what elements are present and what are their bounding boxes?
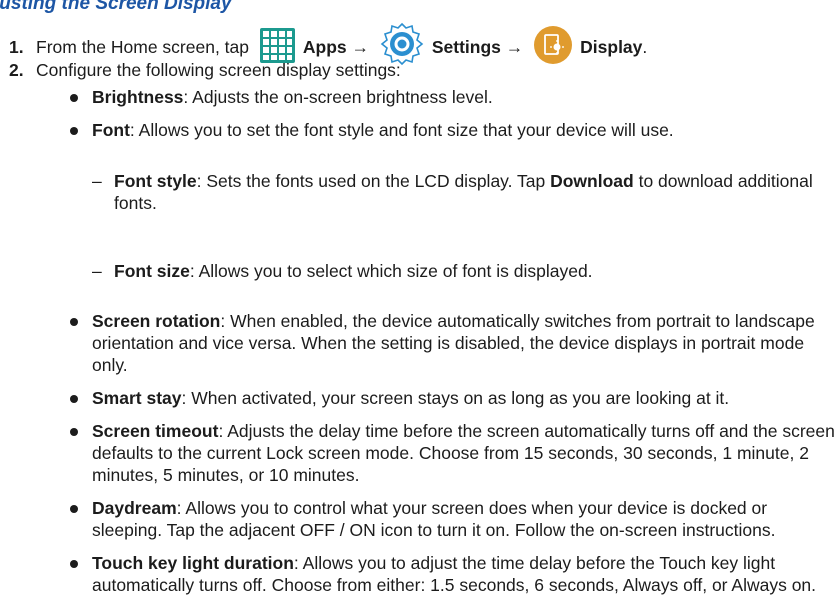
step-1-text: From the Home screen, tap bbox=[36, 37, 254, 57]
apps-label: Apps bbox=[302, 37, 347, 57]
display-label: Display bbox=[580, 37, 643, 57]
list-item-smart-stay: Smart stay: When activated, your screen … bbox=[66, 387, 836, 409]
step-1-end: . bbox=[642, 37, 648, 57]
list-item-touch-key-light: Touch key light duration: Allows you to … bbox=[66, 552, 836, 596]
step-number: 1. bbox=[9, 37, 24, 57]
list-item-font: Font: Allows you to set the font style a… bbox=[66, 119, 836, 141]
apps-grid-icon bbox=[259, 27, 295, 63]
list-item-screen-rotation: Screen rotation: When enabled, the devic… bbox=[66, 310, 836, 376]
list-item-brightness: Brightness: Adjusts the on-screen bright… bbox=[66, 86, 836, 108]
display-icon bbox=[534, 26, 573, 64]
arrow-2: → bbox=[500, 37, 529, 57]
step-2-text: Configure the following screen display s… bbox=[36, 60, 401, 80]
step-number: 2. bbox=[9, 60, 24, 80]
list-item-daydream: Daydream: Allows you to control what you… bbox=[66, 497, 836, 541]
arrow-1: → bbox=[346, 37, 374, 57]
settings-list: Brightness: Adjusts the on-screen bright… bbox=[66, 86, 836, 596]
section-heading: justing the Screen Display bbox=[0, 0, 232, 14]
step-2: 2. Configure the following screen display… bbox=[9, 59, 401, 81]
sub-item-font-size: Font size: Allows you to select which si… bbox=[92, 260, 836, 282]
settings-label: Settings bbox=[431, 37, 501, 57]
list-item-screen-timeout: Screen timeout: Adjusts the delay time b… bbox=[66, 420, 836, 486]
sub-item-font-style: Font style: Sets the fonts used on the L… bbox=[92, 170, 836, 214]
